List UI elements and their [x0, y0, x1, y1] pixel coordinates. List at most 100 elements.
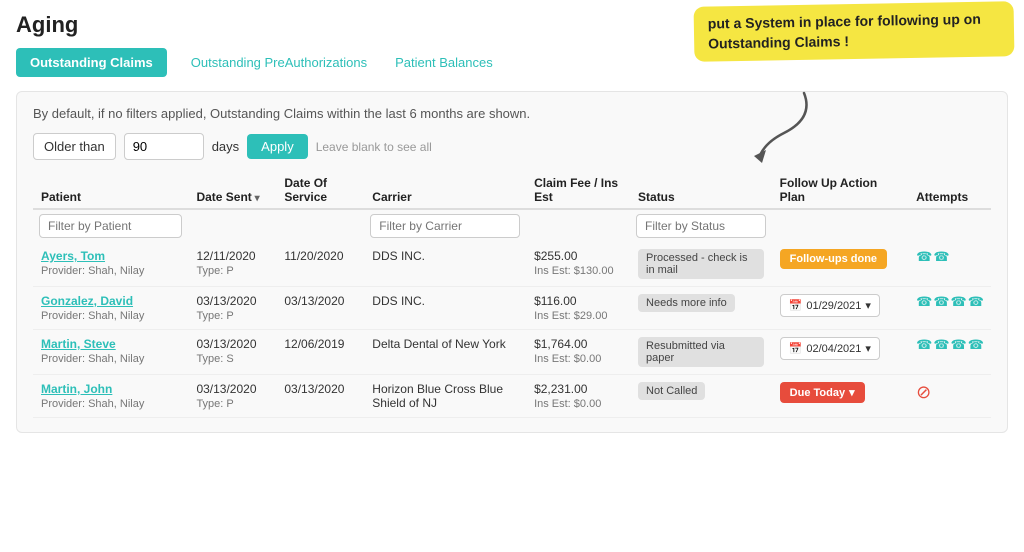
- attempts-icons: ☎☎☎☎: [916, 337, 983, 353]
- cell-patient: Martin, Steve Provider: Shah, Nilay: [33, 330, 188, 375]
- cell-followup: Follow-ups done: [772, 242, 908, 287]
- phone-icon: ☎: [968, 294, 983, 310]
- filter-attempts-cell: [908, 209, 991, 242]
- cell-attempts: ☎☎☎☎: [908, 287, 991, 330]
- days-label: days: [212, 139, 239, 154]
- filter-patient-cell: [33, 209, 188, 242]
- content-box: By default, if no filters applied, Outst…: [16, 91, 1008, 433]
- cell-date-sent: 03/13/2020Type: P: [188, 287, 276, 330]
- status-badge: Processed - check is in mail: [638, 249, 764, 279]
- cell-fee: $116.00Ins Est: $29.00: [526, 287, 630, 330]
- table-body: Ayers, TomProvider: Shah, Nilay12/11/202…: [33, 242, 991, 418]
- filter-date-sent-cell: [188, 209, 276, 242]
- cell-date-sent: 03/13/2020Type: P: [188, 375, 276, 418]
- cell-status: Needs more info: [630, 287, 772, 330]
- attempts-icons: ☎☎: [916, 249, 983, 265]
- leave-blank-text: Leave blank to see all: [316, 140, 432, 154]
- table-wrapper: Patient Date Sent Date Of Service Carrie…: [33, 170, 991, 418]
- filter-carrier-cell: [364, 209, 526, 242]
- cell-carrier: Delta Dental of New York: [364, 330, 526, 375]
- attempts-icons: ☎☎☎☎: [916, 294, 983, 310]
- filter-carrier-input[interactable]: [370, 214, 520, 238]
- table-row: Martin, Steve Provider: Shah, Nilay 03/13/…: [33, 330, 991, 375]
- page-wrapper: Aging Outstanding Claims Outstanding Pre…: [0, 0, 1024, 445]
- status-badge: Needs more info: [638, 294, 735, 312]
- cell-attempts: ☎☎☎☎: [908, 330, 991, 375]
- followup-done-button[interactable]: Follow-ups done: [780, 249, 887, 269]
- col-header-carrier: Carrier: [364, 170, 526, 209]
- patient-name-link[interactable]: Martin, Steve: [41, 337, 180, 351]
- table-row: Martin, JohnProvider: Shah, Nilay03/13/2…: [33, 375, 991, 418]
- cell-date-service: 03/13/2020: [276, 287, 364, 330]
- patient-name-link[interactable]: Gonzalez, David: [41, 294, 180, 308]
- provider-text: Provider: Shah, Nilay: [41, 353, 144, 365]
- no-attempts-icon: ⊘: [916, 382, 931, 402]
- cell-date-sent: 12/11/2020Type: P: [188, 242, 276, 287]
- col-header-date-sent[interactable]: Date Sent: [188, 170, 276, 209]
- status-badge: Resubmitted via paper: [638, 337, 764, 367]
- filter-status-cell: [630, 209, 772, 242]
- filter-row: Older than days Apply Leave blank to see…: [33, 133, 991, 160]
- claims-table: Patient Date Sent Date Of Service Carrie…: [33, 170, 991, 418]
- apply-button[interactable]: Apply: [247, 134, 308, 159]
- cell-carrier: DDS INC.: [364, 287, 526, 330]
- cell-followup: 📅01/29/2021▾: [772, 287, 908, 330]
- col-header-status: Status: [630, 170, 772, 209]
- cell-carrier: DDS INC.: [364, 242, 526, 287]
- cell-patient: Ayers, TomProvider: Shah, Nilay: [33, 242, 188, 287]
- tab-outstanding-claims[interactable]: Outstanding Claims: [16, 48, 167, 77]
- filter-fee-cell: [526, 209, 630, 242]
- filter-patient-input[interactable]: [39, 214, 182, 238]
- cell-status: Processed - check is in mail: [630, 242, 772, 287]
- days-input[interactable]: [124, 133, 204, 160]
- phone-icon: ☎: [968, 337, 983, 353]
- cell-fee: $255.00Ins Est: $130.00: [526, 242, 630, 287]
- cell-followup: Due Today▾: [772, 375, 908, 418]
- cal-icon: 📅: [789, 299, 803, 312]
- cell-patient: Martin, JohnProvider: Shah, Nilay: [33, 375, 188, 418]
- cell-date-service: 12/06/2019: [276, 330, 364, 375]
- cell-patient: Gonzalez, David Provider: Shah, Nilay: [33, 287, 188, 330]
- phone-icon: ☎: [933, 337, 948, 353]
- col-header-date-service: Date Of Service: [276, 170, 364, 209]
- phone-icon: ☎: [916, 294, 931, 310]
- table-header-row: Patient Date Sent Date Of Service Carrie…: [33, 170, 991, 209]
- cell-date-service: 11/20/2020: [276, 242, 364, 287]
- phone-icon: ☎: [951, 337, 966, 353]
- tab-patient-balances[interactable]: Patient Balances: [391, 48, 497, 77]
- cell-followup: 📅02/04/2021▾: [772, 330, 908, 375]
- filter-status-input[interactable]: [636, 214, 766, 238]
- provider-text: Provider: Shah, Nilay: [41, 310, 144, 322]
- col-header-followup: Follow Up Action Plan: [772, 170, 908, 209]
- cell-fee: $1,764.00Ins Est: $0.00: [526, 330, 630, 375]
- table-filter-row: [33, 209, 991, 242]
- cell-date-sent: 03/13/2020Type: S: [188, 330, 276, 375]
- patient-name-link[interactable]: Ayers, Tom: [41, 249, 180, 263]
- annotation-bubble: put a System in place for following up o…: [694, 1, 1015, 62]
- phone-icon: ☎: [933, 249, 948, 265]
- due-today-button[interactable]: Due Today▾: [780, 382, 865, 403]
- cal-icon: 📅: [789, 342, 803, 355]
- cell-status: Resubmitted via paper: [630, 330, 772, 375]
- patient-name-link[interactable]: Martin, John: [41, 382, 180, 396]
- status-badge: Not Called: [638, 382, 705, 400]
- annotation-arrow: [724, 88, 824, 168]
- filter-followup-cell: [772, 209, 908, 242]
- cell-fee: $2,231.00Ins Est: $0.00: [526, 375, 630, 418]
- table-row: Gonzalez, David Provider: Shah, Nilay 03/1…: [33, 287, 991, 330]
- phone-icon: ☎: [916, 337, 931, 353]
- followup-date-button[interactable]: 📅02/04/2021▾: [780, 337, 880, 360]
- cell-date-service: 03/13/2020: [276, 375, 364, 418]
- cell-attempts: ⊘: [908, 375, 991, 418]
- phone-icon: ☎: [951, 294, 966, 310]
- cell-carrier: Horizon Blue Cross Blue Shield of NJ: [364, 375, 526, 418]
- followup-date-button[interactable]: 📅01/29/2021▾: [780, 294, 880, 317]
- description-text: By default, if no filters applied, Outst…: [33, 106, 991, 121]
- filter-date-service-cell: [276, 209, 364, 242]
- chevron-down-icon: ▾: [849, 386, 855, 399]
- col-header-patient: Patient: [33, 170, 188, 209]
- phone-icon: ☎: [933, 294, 948, 310]
- tab-outstanding-preauths[interactable]: Outstanding PreAuthorizations: [187, 48, 371, 77]
- col-header-fee: Claim Fee / Ins Est: [526, 170, 630, 209]
- col-header-attempts: Attempts: [908, 170, 991, 209]
